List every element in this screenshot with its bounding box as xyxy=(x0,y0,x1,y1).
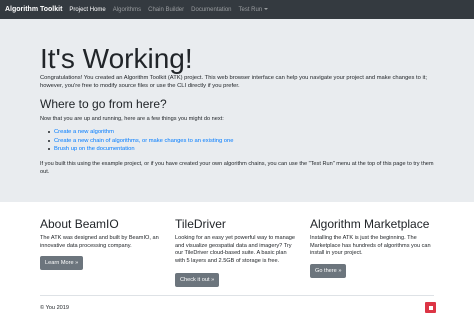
link-documentation[interactable]: Brush up on the documentation xyxy=(47,145,233,154)
link-create-chain[interactable]: Create a new chain of algorithms, or mak… xyxy=(47,137,233,146)
link-create-algorithm[interactable]: Create a new algorithm xyxy=(47,128,233,137)
nav-chain-builder[interactable]: Chain Builder xyxy=(148,7,184,13)
page-title: It's Working! xyxy=(40,43,193,74)
nav-test-run-label: Test Run xyxy=(238,6,263,13)
column-title: TileDriver xyxy=(175,217,226,231)
column-marketplace: Algorithm Marketplace Installing the ATK… xyxy=(310,218,432,258)
nav-algorithms[interactable]: Algorithms xyxy=(113,7,141,13)
nav-test-run-dropdown[interactable]: Test Run xyxy=(239,7,269,13)
footer-divider xyxy=(40,295,434,296)
section-heading: Where to go from here? xyxy=(40,97,167,111)
column-text: Installing the ATK is just the beginning… xyxy=(310,235,431,256)
red-square-icon[interactable] xyxy=(425,302,436,313)
next-steps-list: Create a new algorithm Create a new chai… xyxy=(47,128,233,154)
learn-more-button[interactable]: Learn More » xyxy=(40,256,84,270)
column-tiledriver: TileDriver Looking for an easy yet power… xyxy=(175,218,297,265)
go-there-button[interactable]: Go there » xyxy=(310,264,347,278)
top-navbar: Algorithm Toolkit Project Home Algorithm… xyxy=(0,0,474,19)
column-about-beamio: About BeamIO The ATK was designed and bu… xyxy=(40,218,162,250)
outro-text: If you built this using the example proj… xyxy=(40,161,434,175)
nav-documentation[interactable]: Documentation xyxy=(191,7,231,13)
check-it-out-button[interactable]: Check it out » xyxy=(175,273,220,287)
jumbotron: It's Working! Congratulations! You creat… xyxy=(0,19,474,202)
column-title: Algorithm Marketplace xyxy=(310,217,430,231)
column-text: Looking for an easy yet powerful way to … xyxy=(175,235,296,264)
navbar-brand[interactable]: Algorithm Toolkit xyxy=(5,6,62,13)
nav-project-home[interactable]: Project Home xyxy=(69,7,105,13)
caret-down-icon xyxy=(264,7,269,10)
badge-inner-square xyxy=(428,305,433,310)
footer-copyright: © You 2019 xyxy=(40,305,70,311)
intro-text: Now that you are up and running, here ar… xyxy=(40,116,224,122)
lead-paragraph: Congratulations! You created an Algorith… xyxy=(40,75,427,89)
column-text: The ATK was designed and built by BeamIO… xyxy=(40,235,159,249)
column-title: About BeamIO xyxy=(40,217,119,231)
